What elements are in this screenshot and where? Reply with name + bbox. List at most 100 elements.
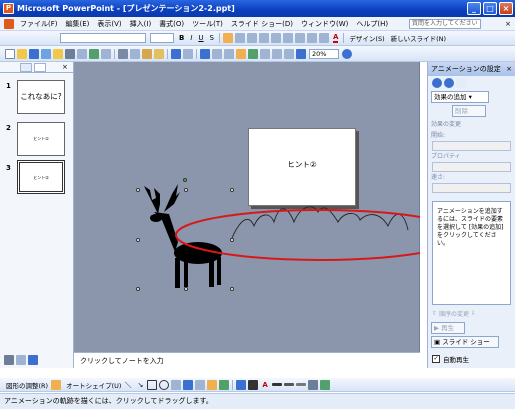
selection-handle[interactable] [230, 188, 234, 192]
slide-thumbnail-1[interactable]: これなあに? [17, 80, 65, 114]
selection-handle[interactable] [184, 188, 188, 192]
italic-icon[interactable]: I [190, 34, 192, 42]
play-button[interactable]: ▶ 再生 [431, 322, 465, 334]
back-icon[interactable] [432, 77, 442, 88]
menu-edit[interactable]: 編集(E) [62, 17, 94, 31]
autoshapes-button[interactable]: オートシェイプ(U) [66, 380, 121, 390]
bullets-icon[interactable] [271, 33, 281, 43]
help-search-input[interactable]: 質問を入力してください [409, 19, 481, 29]
slides-tab[interactable] [34, 62, 46, 72]
undo-icon[interactable] [171, 48, 181, 59]
shadow-icon[interactable]: S [210, 34, 214, 42]
redo-icon[interactable] [183, 48, 193, 59]
new-slide-button[interactable]: 新しいスライド(N) [391, 33, 446, 43]
numbering-icon[interactable] [259, 33, 269, 43]
menu-tools[interactable]: ツール(T) [188, 17, 227, 31]
draw-menu-button[interactable]: 図形の調整(R) [6, 380, 48, 390]
arrow-icon[interactable]: ↘ [137, 381, 143, 389]
decrease-indent-icon[interactable] [307, 33, 317, 43]
font-name-select[interactable] [60, 33, 146, 43]
zoom-select[interactable]: 20% [309, 48, 339, 59]
diagram-insert-icon[interactable] [195, 379, 206, 390]
table-icon[interactable] [212, 48, 222, 59]
slide-thumbnail-2[interactable]: ヒント① [17, 122, 65, 156]
grid-icon[interactable] [284, 48, 294, 59]
outline-tab[interactable] [20, 62, 32, 72]
align-right-icon[interactable] [247, 33, 257, 43]
normal-view-icon[interactable] [4, 355, 14, 365]
notes-pane[interactable]: クリックしてノートを入力 [74, 352, 420, 368]
font-size-select[interactable] [150, 33, 174, 43]
remove-button[interactable]: 削除 [452, 105, 486, 117]
wordart-icon[interactable] [183, 379, 194, 390]
new-icon[interactable] [5, 48, 15, 59]
selection-handle[interactable] [136, 287, 140, 291]
slide-sorter-icon[interactable] [16, 355, 26, 365]
increase-font-icon[interactable] [283, 33, 293, 43]
increase-indent-icon[interactable] [319, 33, 329, 43]
copy-icon[interactable] [130, 48, 140, 59]
selection-handle[interactable] [230, 287, 234, 291]
email-icon[interactable] [53, 48, 63, 59]
animation-list[interactable]: アニメーションを追加するには、スライドの要素を選択して [効果の追加] をクリッ… [432, 201, 511, 305]
menu-file[interactable]: ファイル(F) [16, 17, 62, 31]
slide-thumbnail-3[interactable]: ヒント② [17, 160, 65, 194]
font-color-icon[interactable]: A [333, 33, 339, 43]
document-icon[interactable] [4, 18, 14, 29]
3d-style-icon[interactable] [319, 379, 330, 390]
align-left-icon[interactable] [223, 33, 233, 43]
decrease-font-icon[interactable] [295, 33, 305, 43]
selection-handle[interactable] [230, 238, 234, 242]
chart-icon[interactable] [200, 48, 210, 59]
line-color-icon[interactable] [248, 379, 259, 390]
underline-icon[interactable]: U [198, 34, 203, 42]
autopreview-checkbox[interactable]: ✓ [432, 355, 440, 363]
help-icon[interactable] [342, 48, 352, 59]
doc-close-icon[interactable]: × [505, 20, 511, 28]
maximize-button[interactable]: □ [483, 2, 497, 15]
rotate-handle[interactable] [183, 178, 187, 182]
color-grayscale-icon[interactable] [296, 48, 306, 59]
rectangle-icon[interactable] [147, 379, 158, 390]
show-formatting-icon[interactable] [272, 48, 282, 59]
speed-select[interactable] [432, 183, 511, 193]
selection-handle[interactable] [136, 188, 140, 192]
open-icon[interactable] [17, 48, 27, 59]
start-select[interactable] [432, 141, 511, 151]
move-up-icon[interactable]: ⇧ [432, 310, 437, 317]
home-icon[interactable] [456, 77, 466, 88]
menu-insert[interactable]: 挿入(I) [126, 17, 156, 31]
diagram-icon[interactable] [236, 48, 246, 59]
forward-icon[interactable] [444, 77, 454, 88]
add-effect-button[interactable]: 効果の追加 ▾ [431, 91, 489, 103]
slideshow-button[interactable]: ▣ スライド ショー [431, 336, 499, 348]
minimize-button[interactable]: _ [467, 2, 481, 15]
tables-borders-icon[interactable] [224, 48, 234, 59]
design-button[interactable]: デザイン(S) [349, 33, 384, 43]
paste-icon[interactable] [142, 48, 152, 59]
menu-format[interactable]: 書式(O) [155, 17, 188, 31]
slideshow-view-icon[interactable] [28, 355, 38, 365]
pane-close-icon[interactable]: × [62, 63, 68, 71]
powerpoint-app-icon[interactable]: P [3, 3, 14, 14]
expand-all-icon[interactable] [260, 48, 270, 59]
menu-window[interactable]: ウィンドウ(W) [297, 17, 352, 31]
textbox-icon[interactable] [171, 379, 182, 390]
cut-icon[interactable] [118, 48, 128, 59]
close-button[interactable]: × [499, 2, 513, 15]
menu-help[interactable]: ヘルプ(H) [352, 17, 392, 31]
print-icon[interactable] [65, 48, 75, 59]
picture-icon[interactable] [219, 379, 230, 390]
format-painter-icon[interactable] [154, 48, 164, 59]
align-center-icon[interactable] [235, 33, 245, 43]
font-color-draw-icon[interactable]: A [262, 381, 267, 389]
menu-slideshow[interactable]: スライド ショー(D) [227, 17, 297, 31]
dash-style-icon[interactable] [283, 383, 294, 386]
line-style-icon[interactable] [271, 383, 282, 386]
arrow-style-icon[interactable] [295, 383, 306, 386]
move-down-icon[interactable]: ⇩ [471, 310, 476, 317]
insert-picture-icon[interactable] [248, 48, 258, 59]
fill-color-icon[interactable] [236, 379, 247, 390]
selection-handle[interactable] [184, 287, 188, 291]
oval-icon[interactable] [159, 379, 170, 390]
